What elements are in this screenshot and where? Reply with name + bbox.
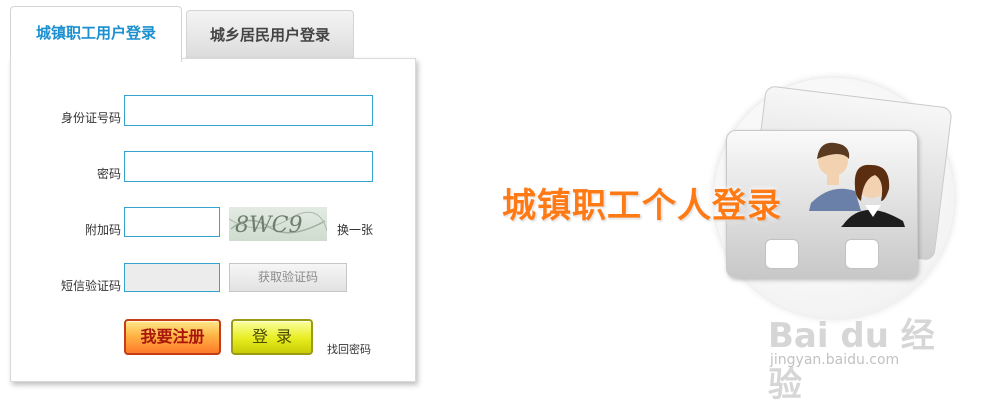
tab-urban-employee-login-label: 城镇职工用户登录 (35, 24, 156, 42)
captcha-input[interactable] (124, 207, 220, 237)
tab-urban-rural-resident-login-label: 城乡居民用户登录 (209, 26, 330, 44)
tab-urban-employee-login[interactable]: 城镇职工用户登录 (10, 6, 182, 62)
id-number-input[interactable] (124, 95, 373, 126)
baidu-watermark: Bai du 经验 jingyan.baidu.com (768, 300, 968, 405)
get-sms-code-button[interactable]: 获取验证码 (229, 263, 347, 292)
captcha-image[interactable]: 8WC9 (228, 207, 328, 241)
banner-title: 城镇职工个人登录 (502, 186, 782, 226)
forgot-password-link[interactable]: 找回密码 (327, 341, 371, 357)
watermark-url: jingyan.baidu.com (770, 352, 900, 368)
captcha-noise-graphic: 8WC9 (228, 211, 328, 238)
login-button[interactable]: 登录 (231, 319, 313, 355)
users-icon (809, 142, 905, 227)
register-button[interactable]: 我要注册 (124, 319, 221, 355)
captcha-label: 附加码 (84, 223, 121, 237)
change-captcha-link[interactable]: 换一张 (337, 221, 373, 238)
captcha-image-text: 8WC9 (235, 213, 302, 238)
login-panel: 身份证号码 密码 附加码 8WC9 换一张 短信验证码 获取验证码 我要注册 登… (10, 58, 416, 382)
sms-code-label: 短信验证码 (60, 279, 121, 293)
password-input[interactable] (124, 151, 373, 182)
card-hole-right (845, 239, 879, 269)
password-label: 密码 (96, 167, 121, 181)
tab-urban-rural-resident-login[interactable]: 城乡居民用户登录 (186, 10, 354, 58)
sms-code-input[interactable] (124, 263, 220, 292)
card-hole-left (765, 239, 799, 269)
id-number-label: 身份证号码 (60, 111, 121, 125)
